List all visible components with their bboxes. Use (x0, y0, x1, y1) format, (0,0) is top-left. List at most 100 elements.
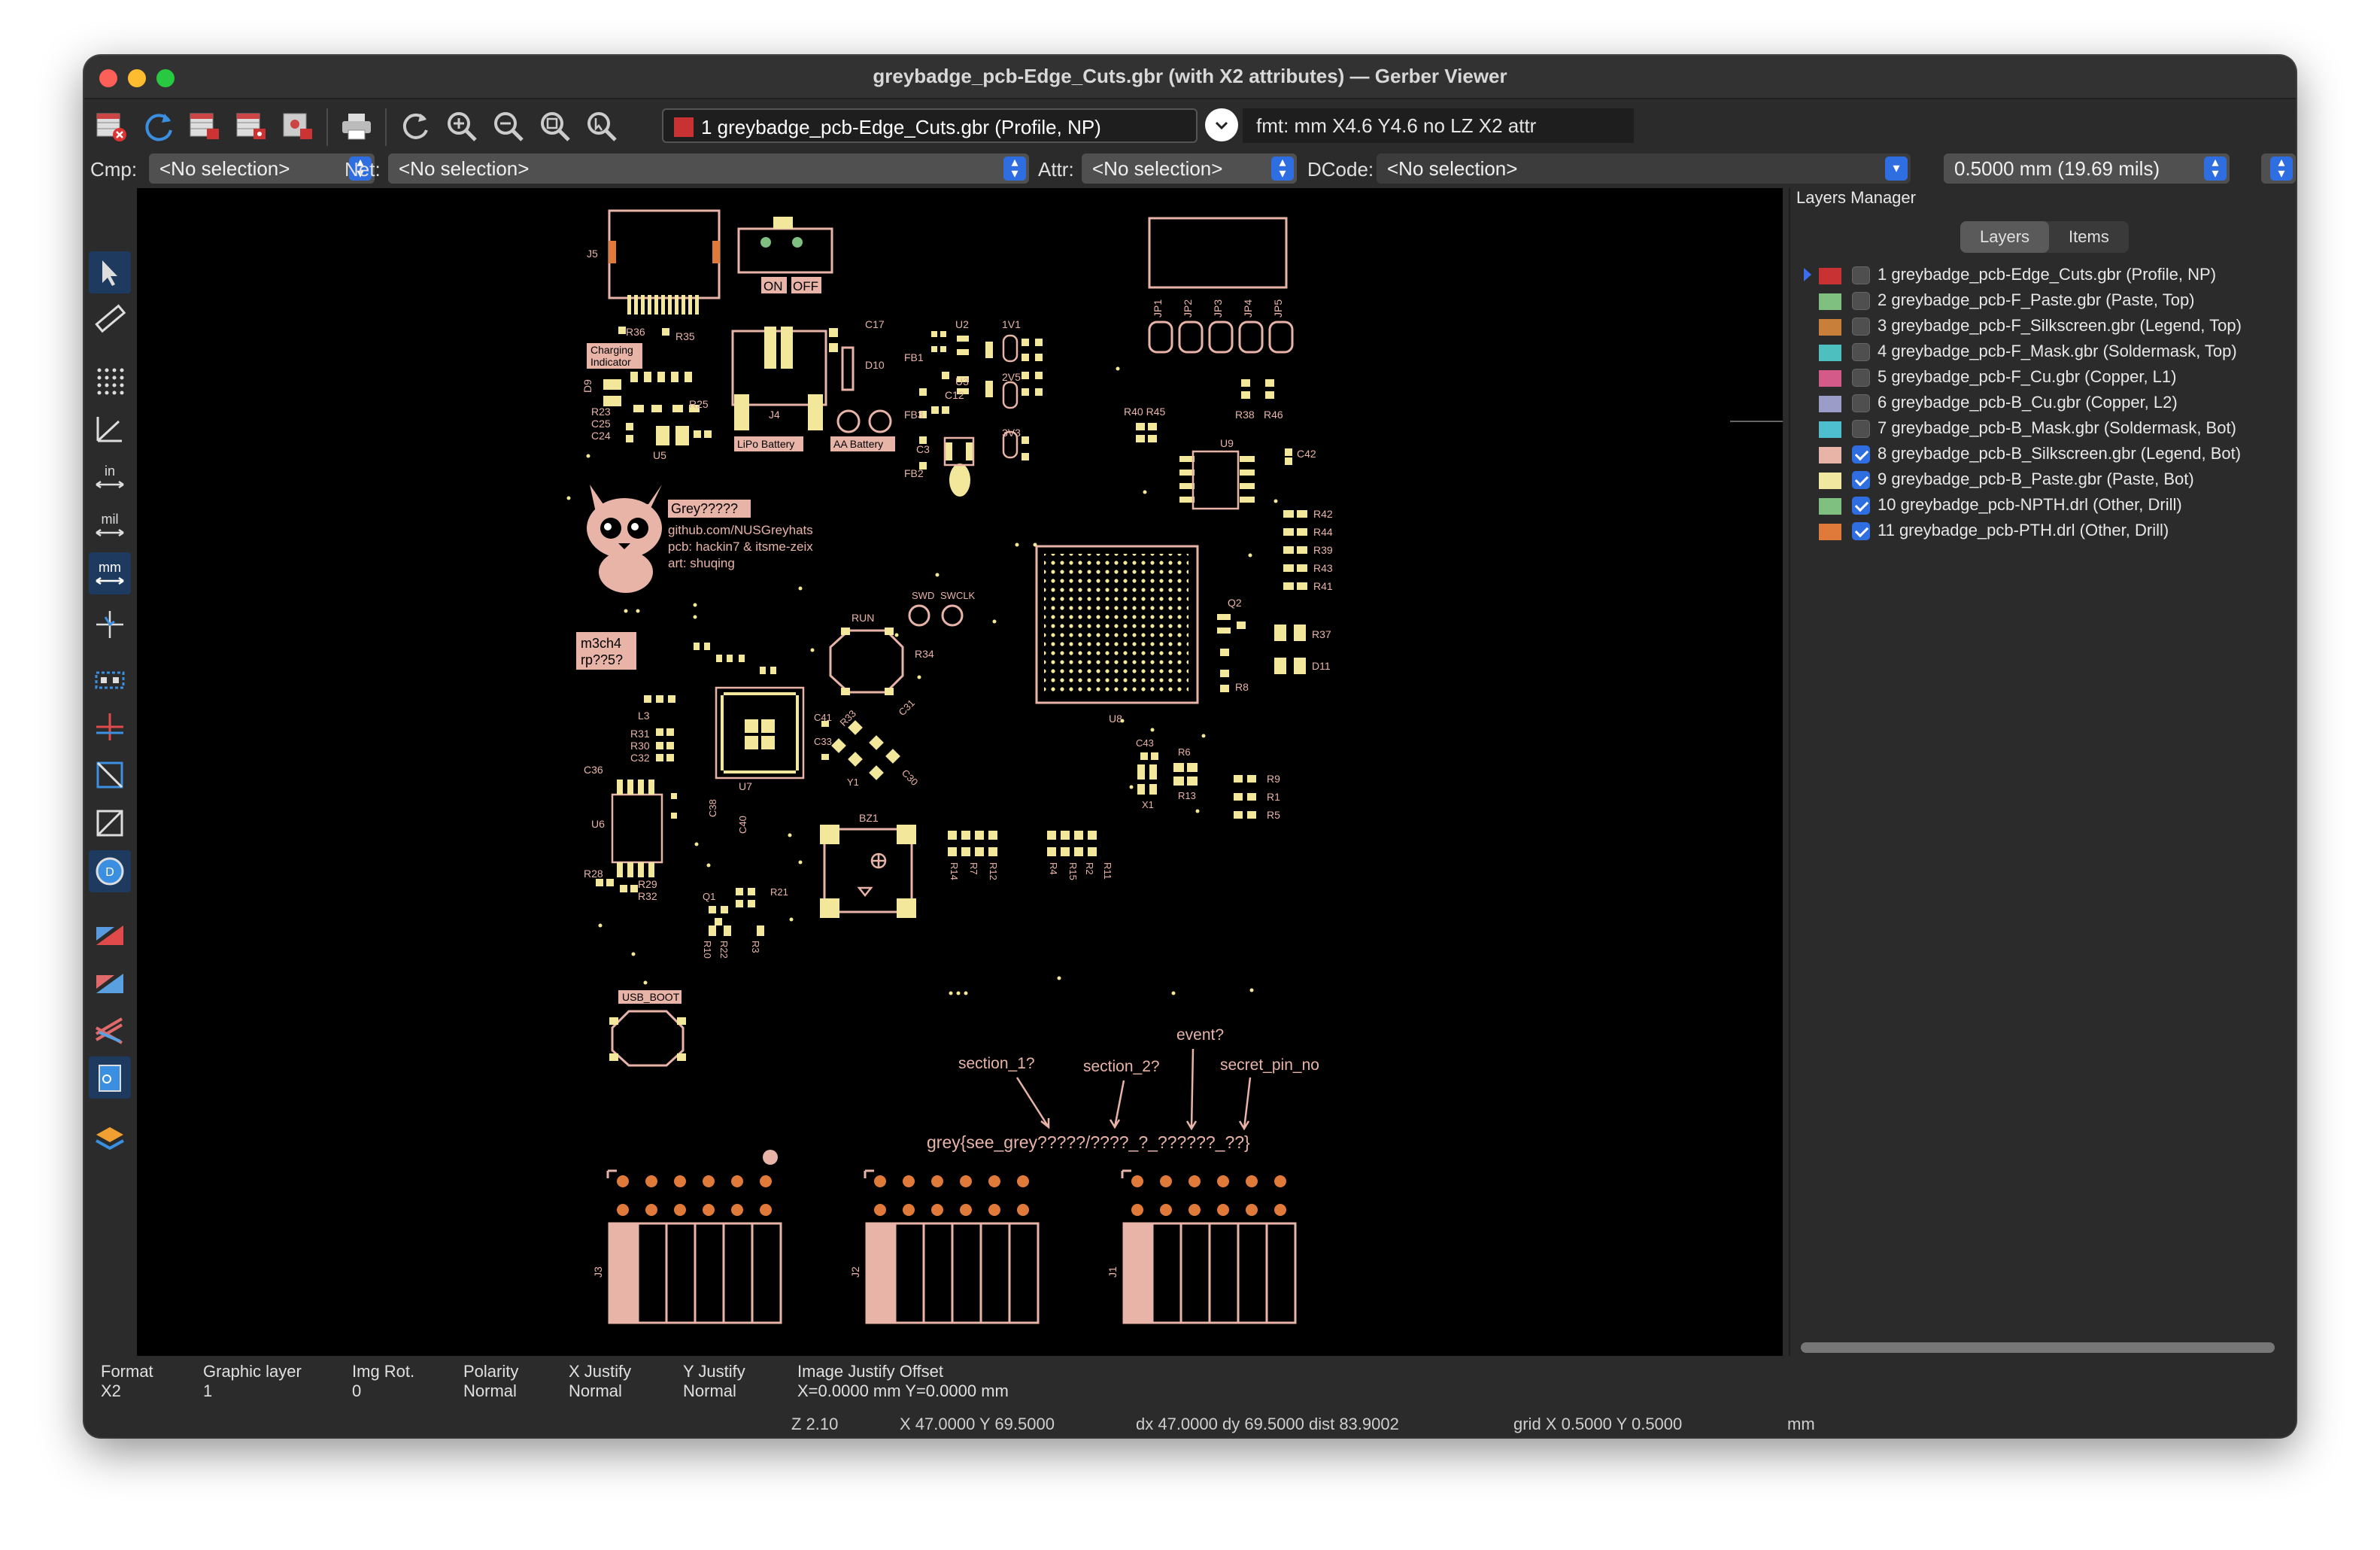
chevron-down-icon: ▾ (1885, 157, 1908, 181)
layer-row[interactable]: 5 greybadge_pcb-F_Cu.gbr (Copper, L1) (1790, 366, 2296, 391)
show-dcodes-button[interactable]: D (89, 850, 131, 892)
swclk-label: SWCLK (940, 590, 976, 601)
layer-visibility-checkbox[interactable] (1852, 318, 1870, 336)
layer-color-swatch[interactable] (1819, 396, 1841, 412)
status-delta: dx 47.0000 dy 69.5000 dist 83.9002 (1136, 1415, 1399, 1433)
toggle-grid-button[interactable] (89, 360, 131, 402)
usb-boot-button (609, 1010, 686, 1067)
zoom-select[interactable]: ▴ ▾ (2261, 153, 2296, 184)
swd-pad (908, 604, 930, 627)
rp-label: rp??5? (581, 652, 623, 667)
measure-tool-button[interactable] (89, 298, 131, 340)
layer-visibility-checkbox[interactable] (1852, 394, 1870, 412)
layer-row[interactable]: 2 greybadge_pcb-F_Paste.gbr (Paste, Top) (1790, 289, 2296, 315)
layer-color-swatch[interactable] (1819, 524, 1841, 540)
clear-all-layers-button[interactable] (90, 105, 132, 147)
pcb-canvas[interactable]: J5 ON OFF JP1 JP2 JP3 JP4 JP5 Charging I… (137, 188, 1783, 1356)
status-polarity: Polarity Normal (463, 1362, 518, 1401)
toggle-board-button[interactable] (89, 1056, 131, 1099)
print-button[interactable] (335, 105, 378, 147)
zoom-out-button[interactable] (487, 105, 530, 147)
grid-select[interactable]: 0.5000 mm (19.69 mils) ▴ ▾ (1944, 153, 2230, 184)
layers-manager-button[interactable] (89, 1118, 131, 1160)
layer-mode-button[interactable] (89, 912, 131, 954)
layers-stack-icon (96, 925, 123, 945)
units-mil-button[interactable]: mil (89, 504, 131, 546)
zoom-selection-button[interactable] (581, 105, 623, 147)
net-select-value: <No selection> (399, 157, 530, 180)
redraw-button[interactable] (394, 105, 436, 147)
layer-row[interactable]: 10 greybadge_pcb-NPTH.drl (Other, Drill) (1790, 494, 2296, 519)
u6-chip (596, 780, 677, 892)
layer-color-swatch[interactable] (1819, 473, 1841, 489)
layer-row[interactable]: 7 greybadge_pcb-B_Mask.gbr (Soldermask, … (1790, 417, 2296, 442)
status-cursor: X 47.0000 Y 69.5000 (900, 1415, 1055, 1433)
layer-visibility-checkbox[interactable] (1852, 343, 1870, 361)
layer-dropdown-button[interactable] (1205, 108, 1238, 141)
layer-visibility-checkbox[interactable] (1852, 471, 1870, 489)
layer-color-swatch[interactable] (1819, 268, 1841, 284)
layer-color-swatch[interactable] (1819, 345, 1841, 361)
layer-row[interactable]: 11 greybadge_pcb-PTH.drl (Other, Drill) (1790, 519, 2296, 545)
tab-layers[interactable]: Layers (1960, 221, 2050, 253)
aa-label: AA Battery (833, 438, 883, 450)
layer-row[interactable]: 1 greybadge_pcb-Edge_Cuts.gbr (Profile, … (1790, 263, 2296, 289)
layer-row[interactable]: 9 greybadge_pcb-B_Paste.gbr (Paste, Bot) (1790, 468, 2296, 494)
layer-color-swatch[interactable] (1819, 447, 1841, 463)
layer-visibility-checkbox[interactable] (1852, 266, 1870, 284)
polygons-sketch-button[interactable] (89, 754, 131, 796)
negative-objects-button[interactable] (89, 802, 131, 844)
layer-visibility-checkbox[interactable] (1852, 369, 1870, 387)
active-layer-select[interactable]: 1 greybadge_pcb-Edge_Cuts.gbr (Profile, … (662, 108, 1198, 143)
layer-color-swatch[interactable] (1819, 370, 1841, 387)
open-gerber-button[interactable] (184, 105, 226, 147)
r29-label: R29 (638, 878, 657, 890)
zoom-in-button[interactable] (441, 105, 483, 147)
units-inch-button[interactable]: in (89, 456, 131, 498)
layer-visibility-checkbox[interactable] (1852, 445, 1870, 463)
gerber-file-icon (190, 113, 219, 139)
layer-visibility-checkbox[interactable] (1852, 292, 1870, 310)
layer-visibility-checkbox[interactable] (1852, 497, 1870, 515)
units-mm-button[interactable]: mm (89, 552, 131, 594)
net-select[interactable]: <No selection> ▴ ▾ (388, 153, 1029, 184)
diff-mode-button[interactable] (89, 960, 131, 1002)
u9-outline (1192, 450, 1240, 510)
attr-select[interactable]: <No selection> ▴ ▾ (1082, 153, 1297, 184)
dcode-select[interactable]: <No selection> ▾ (1377, 153, 1911, 184)
filter-bar: Cmp: <No selection> ▴ ▾ Net: <No selection… (84, 149, 2296, 187)
layers-panel-scrollbar[interactable] (1801, 1342, 2275, 1353)
stacked-mode-button[interactable] (89, 1008, 131, 1050)
layer-visibility-checkbox[interactable] (1852, 420, 1870, 438)
fb1-label: FB1 (904, 351, 924, 363)
layer-row[interactable]: 4 greybadge_pcb-F_Mask.gbr (Soldermask, … (1790, 340, 2296, 366)
layer-row[interactable]: 8 greybadge_pcb-B_Silkscreen.gbr (Legend… (1790, 442, 2296, 468)
flashed-items-sketch-button[interactable] (89, 658, 131, 700)
zoom-fit-button[interactable] (534, 105, 576, 147)
status-y-justify-value: Normal (683, 1381, 736, 1400)
full-crosshair-button[interactable] (89, 603, 131, 646)
r14-label: R14 (949, 862, 960, 880)
layer-row[interactable]: 6 greybadge_pcb-B_Cu.gbr (Copper, L2) (1790, 391, 2296, 417)
layer-visibility-checkbox[interactable] (1852, 522, 1870, 540)
d10-label: D10 (865, 359, 885, 371)
open-drill-button[interactable] (230, 105, 272, 147)
layer-color-swatch[interactable] (1819, 293, 1841, 310)
layer-color-swatch[interactable] (1819, 421, 1841, 438)
q1-label: Q1 (703, 891, 715, 902)
cmp-select[interactable]: <No selection> ▴ ▾ (149, 153, 375, 184)
layer-color-swatch[interactable] (1819, 498, 1841, 515)
redraw-icon (402, 113, 428, 139)
layer-color-swatch[interactable] (1819, 319, 1841, 336)
polar-coords-button[interactable] (89, 408, 131, 450)
layer-row[interactable]: 3 greybadge_pcb-F_Silkscreen.gbr (Legend… (1790, 315, 2296, 340)
lines-sketch-button[interactable] (89, 706, 131, 748)
r37-label: R37 (1312, 628, 1331, 640)
tab-items[interactable]: Items (2049, 221, 2129, 253)
reload-layers-button[interactable] (137, 105, 179, 147)
select-tool-button[interactable] (89, 251, 131, 293)
open-job-file-button[interactable] (277, 105, 319, 147)
svg-text:mil: mil (102, 512, 119, 527)
fb3-label: FB3 (904, 409, 924, 421)
r35-label: R35 (675, 330, 695, 342)
